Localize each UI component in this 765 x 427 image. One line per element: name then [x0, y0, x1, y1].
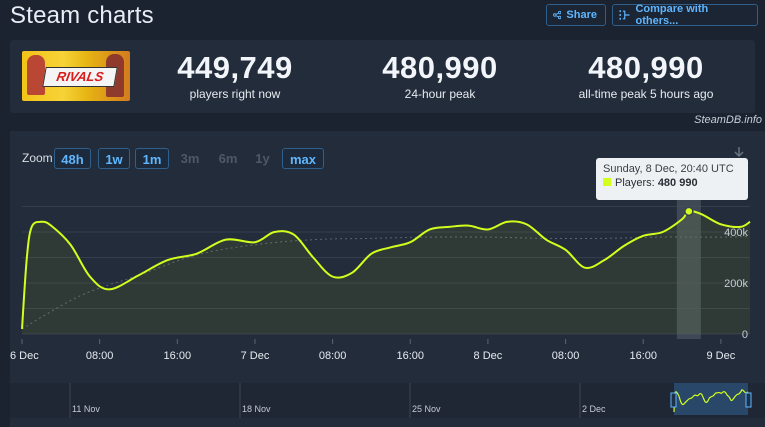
tooltip-title: Sunday, 8 Dec, 20:40 UTC — [603, 163, 734, 175]
x-tick-label: 08:00 — [552, 350, 580, 362]
x-tick-label: 16:00 — [164, 350, 192, 362]
navigator-handle-left — [670, 392, 677, 408]
tooltip-value: 480 990 — [657, 177, 698, 189]
x-tick-label: 6 Dec — [10, 350, 39, 362]
compare-icon — [619, 10, 630, 20]
tooltip-series-label: Players: — [615, 177, 655, 189]
x-tick-label: 9 Dec — [707, 350, 736, 362]
navigator-selection — [674, 383, 748, 415]
navigator-tick-label: 18 Nov — [242, 404, 271, 414]
x-tick-label: 08:00 — [86, 350, 114, 362]
game-logo: RIVALS — [42, 67, 118, 87]
x-tick-label: 7 Dec — [241, 350, 270, 362]
credit-link[interactable]: SteamDB.info — [680, 114, 762, 126]
tooltip-series-swatch — [603, 178, 611, 186]
game-banner[interactable]: RIVALS — [22, 51, 130, 101]
compare-label: Compare with others... — [635, 3, 709, 27]
stat-current-value: 449,749 — [177, 50, 293, 85]
chart-tooltip: Sunday, 8 Dec, 20:40 UTC Players: 480 99… — [596, 158, 748, 200]
compare-button[interactable]: Compare with others... — [612, 3, 758, 27]
zoom-max-button[interactable]: max — [282, 148, 324, 169]
header: Steam charts Share Compare with others..… — [0, 0, 765, 36]
stats-panel: RIVALS 449,749 players right now 480,990… — [10, 40, 755, 113]
share-label: Share — [566, 9, 597, 21]
stat-current-label: players right now — [189, 87, 281, 101]
share-icon — [553, 10, 562, 20]
navigator-tick-label: 25 Nov — [412, 404, 441, 414]
zoom-3m-button[interactable]: 3m — [175, 148, 205, 169]
stat-24h-peak: 480,990 24-hour peak — [350, 50, 530, 101]
stat-current: 449,749 players right now — [145, 50, 325, 101]
x-tick-label: 16:00 — [397, 350, 425, 362]
navigator-handle-right — [745, 392, 752, 408]
y-tick-label: 0 — [742, 329, 748, 341]
tooltip-series-row: Players: 480 990 — [603, 177, 741, 189]
zoom-6m-button[interactable]: 6m — [213, 148, 243, 169]
x-tick-label: 16:00 — [629, 350, 657, 362]
zoom-1w-button[interactable]: 1w — [98, 148, 130, 169]
zoom-48h-button[interactable]: 48h — [54, 148, 91, 169]
y-tick-label: 200k — [724, 278, 748, 290]
navigator-tick-label: 11 Nov — [72, 404, 100, 414]
stat-24h-peak-value: 480,990 — [382, 50, 498, 85]
y-tick-label: 400k — [724, 227, 748, 239]
stat-all-time-peak-value: 480,990 — [588, 50, 704, 85]
navigator-background — [10, 383, 765, 418]
stat-all-time-peak: 480,990 all-time peak 5 hours ago — [556, 50, 736, 101]
zoom-1y-button[interactable]: 1y — [250, 148, 275, 169]
stat-all-time-peak-label: all-time peak 5 hours ago — [578, 87, 714, 101]
share-button[interactable]: Share — [546, 4, 606, 26]
zoom-1m-button[interactable]: 1m — [135, 148, 169, 169]
series-area-players — [22, 211, 750, 334]
x-tick-label: 8 Dec — [474, 350, 503, 362]
stat-24h-peak-label: 24-hour peak — [404, 87, 476, 101]
navigator-tick-label: 2 Dec — [582, 404, 606, 414]
highlight-marker — [684, 206, 694, 217]
chart-panel: 0 200k 400k 6 Dec 08:00 16:00 7 Dec 08:00 16:00 8… — [10, 131, 765, 427]
zoom-label: Zoom — [22, 151, 53, 165]
page-title: Steam charts — [10, 2, 154, 29]
x-tick-label: 08:00 — [319, 350, 347, 362]
banner-figure-left — [27, 55, 45, 95]
